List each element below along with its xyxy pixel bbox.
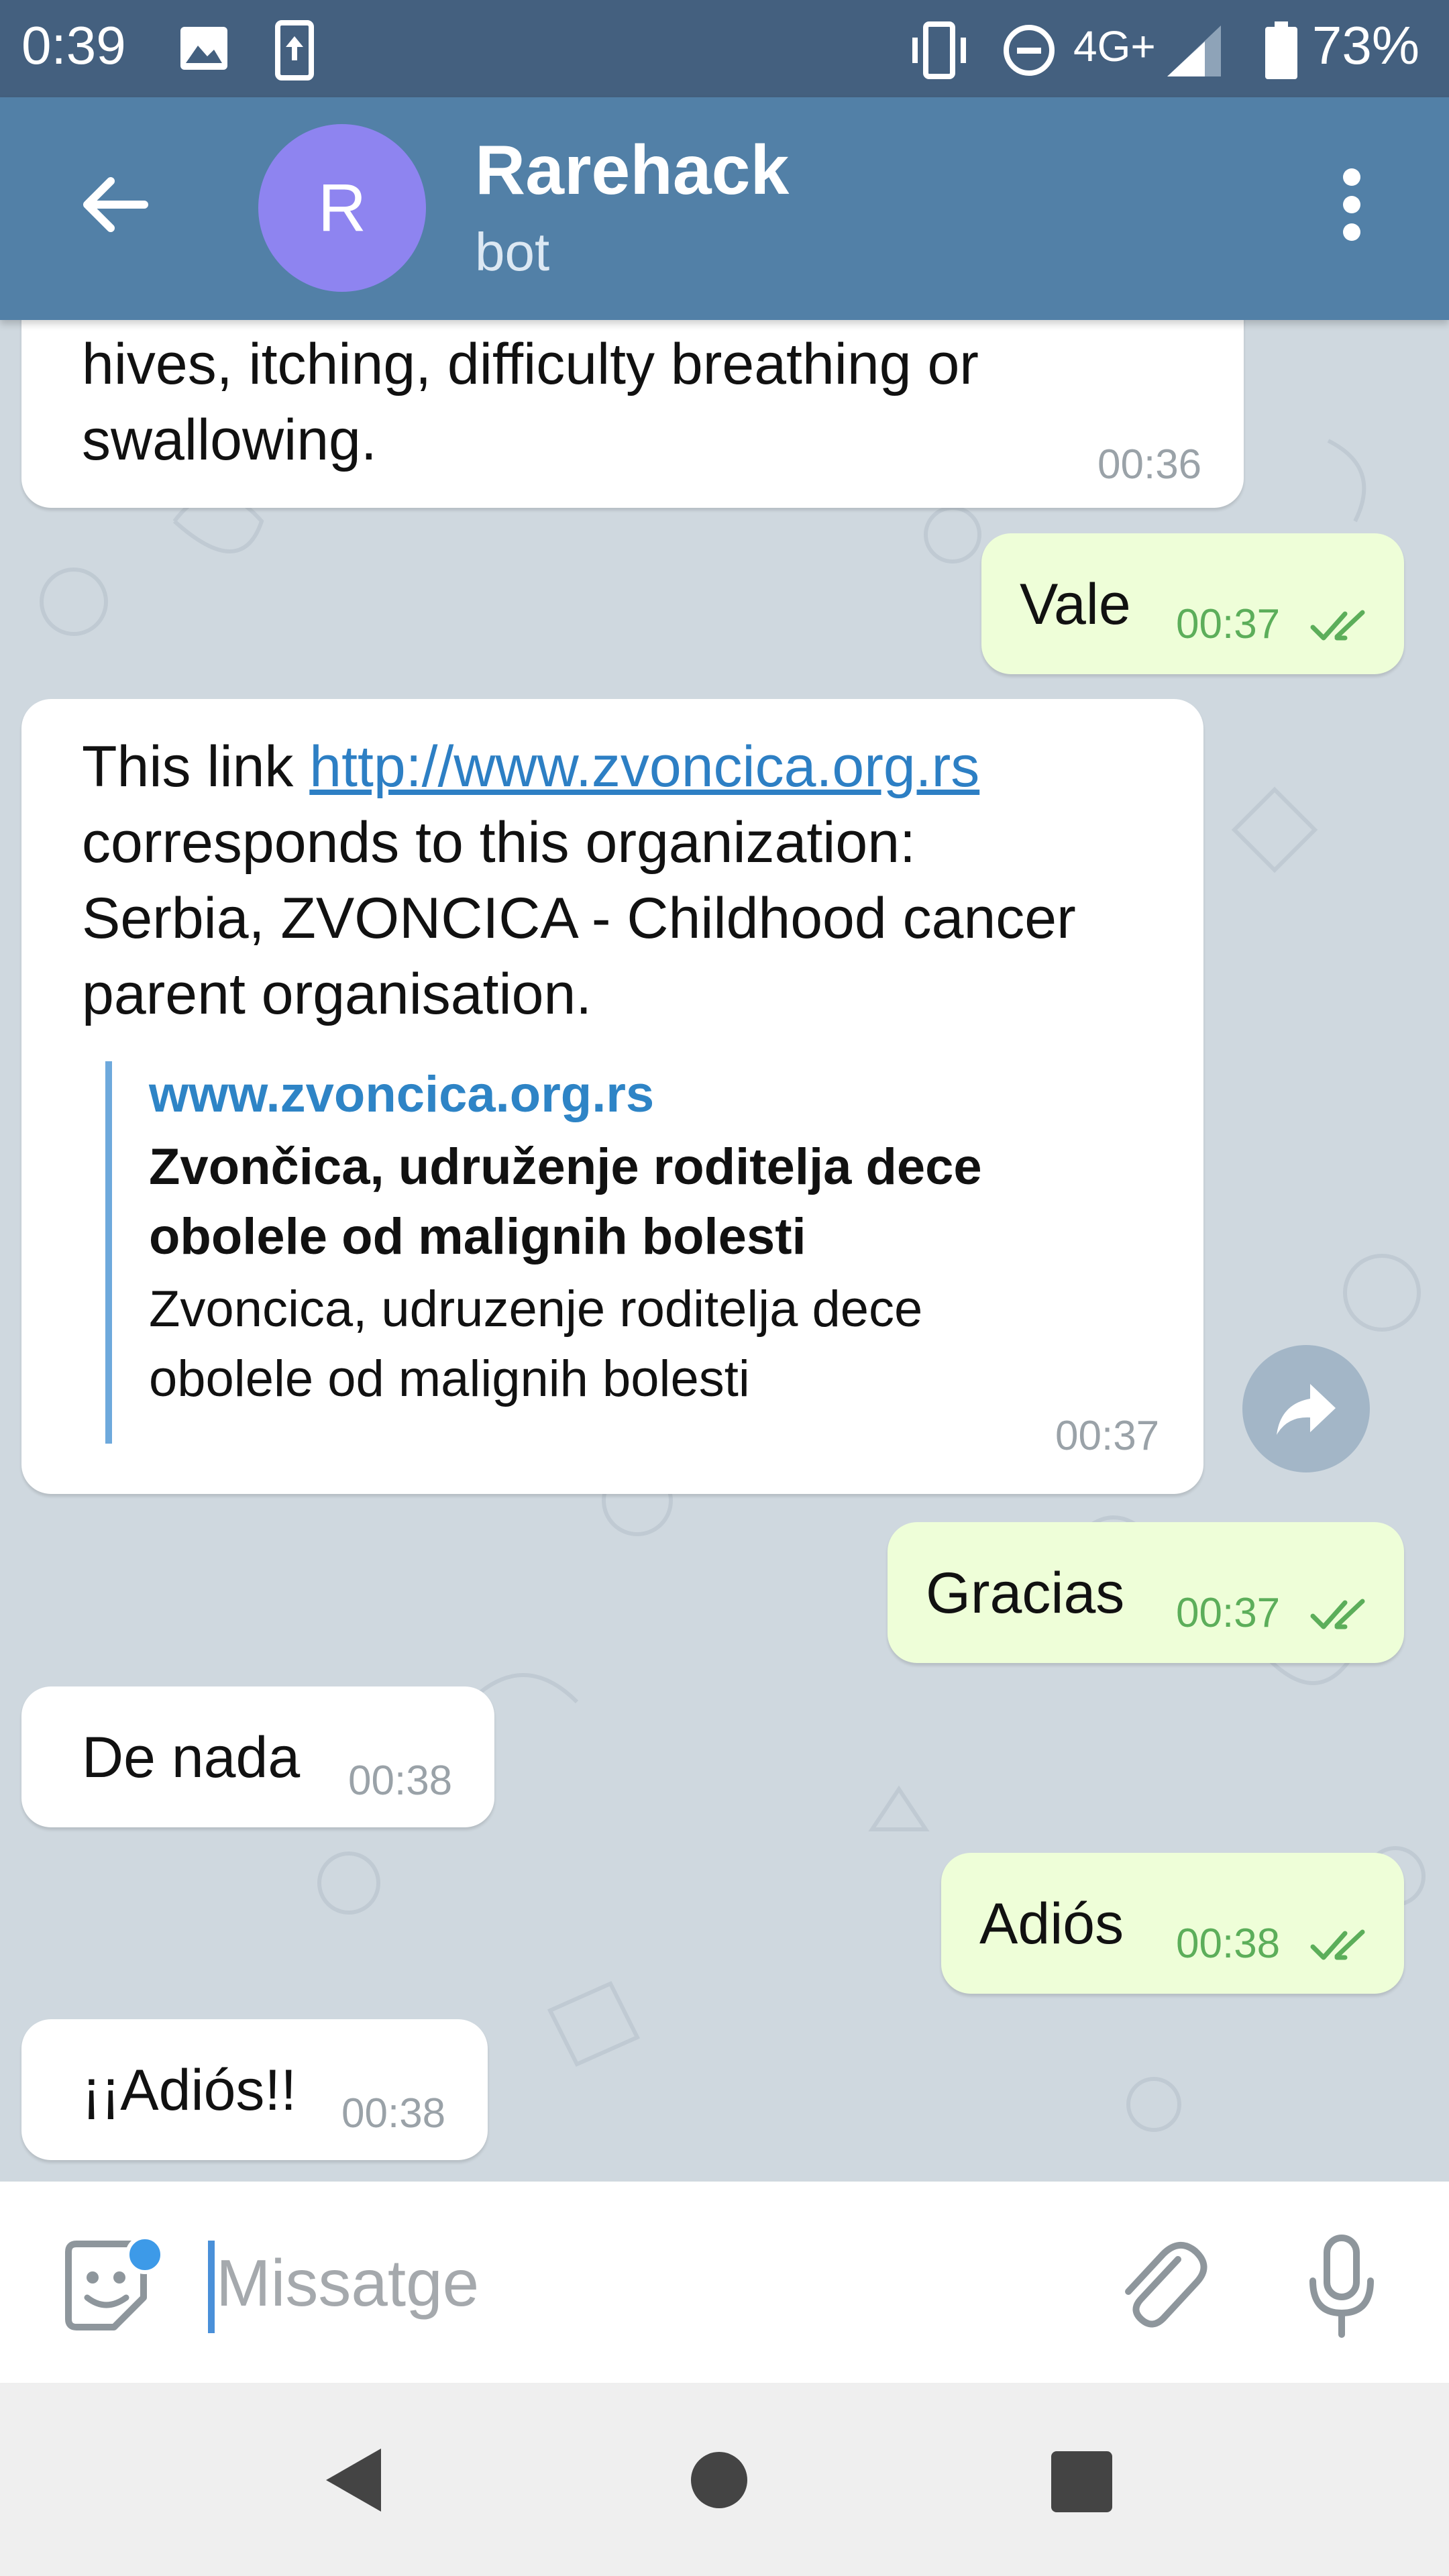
- signal-icon: [1167, 25, 1221, 76]
- message-bubble-incoming[interactable]: hives, itching, difficulty breathing or …: [21, 320, 1244, 508]
- do-not-disturb-icon: [1004, 25, 1055, 76]
- message-time: 00:36: [1097, 441, 1202, 488]
- link-preview-site[interactable]: www.zvoncica.org.rs: [149, 1061, 1125, 1128]
- battery-icon: [1265, 21, 1297, 79]
- nav-home-icon[interactable]: [689, 2450, 749, 2510]
- sticker-emoji-icon[interactable]: [59, 2239, 166, 2339]
- message-input[interactable]: Missatge: [216, 2245, 479, 2321]
- message-bubble-outgoing[interactable]: Gracias 00:37: [888, 1522, 1404, 1663]
- message-text: ¡¡Adiós!!: [82, 2058, 297, 2123]
- double-check-icon: [1310, 610, 1365, 641]
- avatar[interactable]: R: [258, 124, 426, 292]
- link-preview-title-line: obolele od malignih bolesti: [149, 1208, 806, 1265]
- double-check-icon: [1310, 1929, 1365, 1960]
- message-text: De nada: [82, 1725, 301, 1790]
- battery-percentage: 73%: [1311, 15, 1419, 75]
- message-text-line: swallowing.: [82, 408, 377, 472]
- status-time: 0:39: [21, 15, 126, 75]
- message-bubble-outgoing[interactable]: Vale 00:37: [981, 533, 1404, 674]
- chat-header: R Rarehack bot: [0, 97, 1449, 320]
- network-type: 4G+: [1073, 22, 1156, 70]
- text-cursor: [208, 2241, 215, 2333]
- message-link[interactable]: http://www.zvoncica.org.rs: [309, 735, 979, 799]
- message-bubble-incoming[interactable]: De nada 00:38: [21, 1686, 494, 1827]
- message-time: 00:38: [1176, 1921, 1281, 1967]
- message-bubble-outgoing[interactable]: Adiós 00:38: [941, 1853, 1404, 1994]
- back-arrow-icon[interactable]: [77, 168, 151, 241]
- microphone-icon[interactable]: [1305, 2234, 1379, 2341]
- system-navigation-bar: [0, 2383, 1449, 2576]
- message-text-prefix: This link: [82, 735, 310, 799]
- message-bubble-incoming[interactable]: ¡¡Adiós!! 00:38: [21, 2019, 488, 2160]
- message-bubble-incoming-link[interactable]: This link http://www.zvoncica.org.rs cor…: [21, 699, 1203, 1494]
- vibrate-icon: [912, 21, 966, 79]
- message-time: 00:37: [1176, 601, 1281, 647]
- screen-record-icon: [275, 20, 314, 80]
- image-notification-icon: [180, 27, 227, 70]
- share-button[interactable]: [1242, 1345, 1370, 1472]
- chat-title[interactable]: Rarehack: [475, 131, 789, 211]
- message-text: Vale: [1020, 572, 1131, 637]
- message-text-line: parent organisation.: [82, 962, 592, 1026]
- status-bar: 0:39 4G+ 73%: [0, 0, 1449, 97]
- link-preview-title-line: Zvončica, udruženje roditelja dece: [149, 1138, 982, 1195]
- link-preview[interactable]: www.zvoncica.org.rs Zvončica, udruženje …: [105, 1061, 1125, 1444]
- message-time: 00:37: [1055, 1413, 1160, 1459]
- message-text-line: This link http://www.zvoncica.org.rs: [82, 729, 979, 805]
- message-text: Gracias: [926, 1561, 1125, 1625]
- message-text-line: corresponds to this organization:: [82, 810, 916, 875]
- double-check-icon: [1310, 1599, 1365, 1629]
- message-text-line: hives, itching, difficulty breathing or: [82, 332, 979, 396]
- message-text: Adiós: [979, 1892, 1124, 1956]
- link-preview-description-line: obolele od malignih bolesti: [149, 1350, 750, 1407]
- nav-recents-icon[interactable]: [1050, 2450, 1114, 2514]
- message-text-line: Serbia, ZVONCICA - Childhood cancer: [82, 886, 1076, 951]
- chat-subtitle: bot: [475, 222, 550, 282]
- link-preview-description-line: Zvoncica, udruzenje roditelja dece: [149, 1281, 923, 1338]
- message-time: 00:38: [348, 1758, 453, 1804]
- message-time: 00:37: [1176, 1590, 1281, 1636]
- more-options-icon[interactable]: [1335, 161, 1368, 248]
- share-arrow-icon: [1277, 1384, 1336, 1435]
- nav-back-icon[interactable]: [321, 2443, 388, 2517]
- attach-paperclip-icon[interactable]: [1114, 2235, 1208, 2336]
- message-time: 00:38: [341, 2090, 446, 2137]
- chat-messages[interactable]: hives, itching, difficulty breathing or …: [0, 320, 1449, 2182]
- message-input-bar: Missatge: [0, 2182, 1449, 2383]
